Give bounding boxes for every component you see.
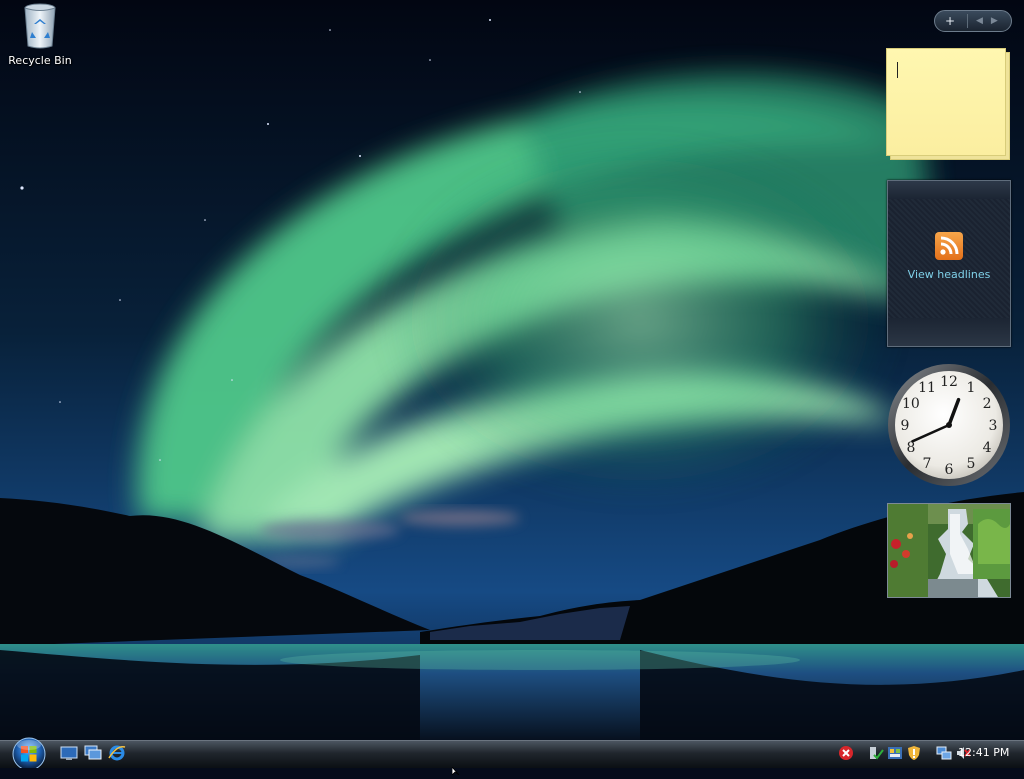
add-gadget-button[interactable]: + <box>941 11 959 31</box>
clock-numeral: 10 <box>902 396 920 412</box>
notes-gadget[interactable] <box>886 48 1010 160</box>
rss-icon[interactable] <box>935 232 963 260</box>
network-check-icon[interactable] <box>868 745 884 761</box>
chevron-left-icon[interactable]: ◀ <box>976 16 983 26</box>
clock-numeral: 5 <box>967 456 976 472</box>
slideshow-gadget[interactable] <box>887 503 1011 598</box>
windows-sidebar-icon[interactable] <box>887 745 903 761</box>
security-alert-icon[interactable] <box>838 745 854 761</box>
quick-launch <box>60 744 126 762</box>
taskbar-clock[interactable]: 12:41 PM <box>958 746 1009 759</box>
feed-header <box>888 181 1010 199</box>
clock-numeral: 1 <box>967 380 976 396</box>
view-headlines-link[interactable]: View headlines <box>888 268 1010 281</box>
feed-body: View headlines <box>888 199 1010 318</box>
mouse-cursor-icon <box>451 760 462 776</box>
recycle-bin-icon <box>20 2 60 50</box>
show-desktop-icon[interactable] <box>60 744 78 762</box>
internet-explorer-icon[interactable] <box>108 744 126 762</box>
slideshow-image <box>888 504 1010 597</box>
network-icon[interactable] <box>936 745 952 761</box>
clock-numeral: 9 <box>901 418 910 434</box>
clock-numeral: 3 <box>989 418 998 434</box>
clock-numeral: 8 <box>906 440 915 456</box>
clock-numeral: 11 <box>918 380 936 396</box>
clock-numeral: 4 <box>983 440 992 456</box>
sidebar-controls: + ◀ ▶ <box>934 10 1012 32</box>
windows-start-orb-icon[interactable] <box>8 734 50 771</box>
clock-numeral: 6 <box>945 462 954 478</box>
text-caret <box>897 62 898 78</box>
clock-numeral: 12 <box>940 374 958 390</box>
divider <box>967 14 968 28</box>
system-tray <box>838 743 971 763</box>
recycle-bin-shortcut[interactable]: Recycle Bin <box>4 2 76 67</box>
clock-numeral: 7 <box>923 456 932 472</box>
clock-numeral: 2 <box>983 396 992 412</box>
chevron-right-icon[interactable]: ▶ <box>991 16 998 26</box>
notes-sheet[interactable] <box>886 48 1006 156</box>
feed-footer <box>888 318 1010 346</box>
recycle-bin-label: Recycle Bin <box>8 54 72 67</box>
clock-gadget[interactable]: 12 1 2 3 4 5 6 7 8 9 10 11 <box>886 362 1012 488</box>
desktop-wallpaper[interactable] <box>0 0 1024 740</box>
feed-headlines-gadget[interactable]: View headlines <box>887 180 1011 347</box>
switch-windows-icon[interactable] <box>84 744 102 762</box>
windows-defender-icon[interactable] <box>906 745 922 761</box>
